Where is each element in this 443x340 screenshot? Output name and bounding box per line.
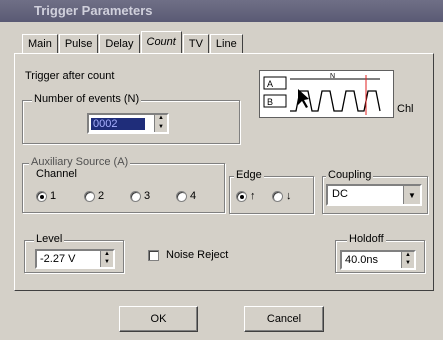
channel-3-label: 3 [144,190,151,202]
count-diagram: A B N [259,70,394,118]
events-value[interactable]: 0002 [91,117,145,130]
coupling-title: Coupling [326,169,374,181]
channel-4-label: 4 [190,190,197,202]
tab-main[interactable]: Main [22,34,58,53]
tab-line[interactable]: Line [209,34,243,53]
coupling-select[interactable]: DC ▼ [326,184,422,206]
edge-falling-radio[interactable]: ↓ [272,190,292,202]
diagram-label-a: A [267,79,273,89]
channel-1-label: 1 [50,190,57,202]
chevron-down-icon[interactable]: ▼ [403,186,420,204]
holdoff-title: Holdoff [347,233,386,245]
count-heading: Trigger after count [25,70,115,82]
level-title: Level [34,233,65,245]
channel-2-dot[interactable] [84,190,95,202]
events-spinner-arrows[interactable]: ▲ ▼ [154,115,167,132]
diagram-label-ch: Chl [397,103,414,115]
edge-falling-icon: ↓ [286,190,292,202]
channel-2-label: 2 [98,190,105,202]
window-title: Trigger Parameters [0,0,443,22]
holdoff-spinner-arrows[interactable]: ▲ ▼ [401,252,414,268]
events-spinner[interactable]: 0002 ▲ ▼ [87,113,169,134]
level-spinner-arrows[interactable]: ▲ ▼ [100,251,113,267]
channel-4-radio[interactable]: 4 [176,190,196,202]
channel-1-radio[interactable]: 1 [36,190,56,202]
level-spinner[interactable]: -2.27 V ▲ ▼ [35,249,115,269]
edge-title: Edge [234,169,264,181]
holdoff-spinner[interactable]: 40.0ns ▲ ▼ [340,250,416,270]
noise-reject-checkbox[interactable] [148,250,159,261]
channel-4-dot[interactable] [176,190,187,202]
edge-rising-radio[interactable]: ↑ [236,190,256,202]
channel-3-radio[interactable]: 3 [130,190,150,202]
tab-pulse[interactable]: Pulse [58,34,99,53]
tab-delay[interactable]: Delay [99,34,140,53]
edge-rising-dot[interactable] [236,190,247,202]
tab-count[interactable]: Count [140,31,182,53]
noise-reject-label: Noise Reject [166,249,229,261]
channel-3-dot[interactable] [130,190,141,202]
tab-strip: Main Pulse Delay Count TV Line [22,31,244,54]
channel-1-dot[interactable] [36,190,47,202]
count-diagram-svg: A B N [263,73,381,115]
tab-tv[interactable]: TV [182,34,209,53]
cancel-button[interactable]: Cancel [244,306,324,332]
aux-source-title: Auxiliary Source (A) [29,156,131,168]
edge-rising-icon: ↑ [250,190,256,202]
holdoff-value[interactable]: 40.0ns [342,254,401,266]
ok-button[interactable]: OK [119,306,198,332]
coupling-value: DC [332,188,348,200]
channel-label: Channel [36,168,77,180]
level-value[interactable]: -2.27 V [37,253,100,265]
events-group-title: Number of events (N) [32,93,142,105]
channel-2-radio[interactable]: 2 [84,190,104,202]
edge-falling-dot[interactable] [272,190,283,202]
diagram-label-b: B [267,97,273,107]
diagram-label-n: N [330,73,335,80]
